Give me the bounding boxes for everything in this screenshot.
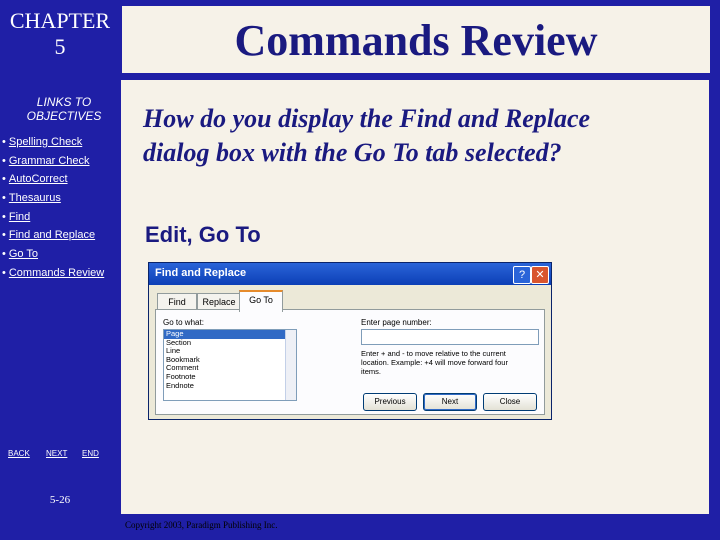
bullet: • bbox=[2, 136, 6, 148]
tab-replace[interactable]: Replace bbox=[197, 293, 241, 310]
find-replace-dialog: Find and Replace ? ✕ Find Replace Go To … bbox=[148, 262, 552, 420]
page-number-input[interactable] bbox=[361, 329, 539, 345]
bullet: • bbox=[2, 154, 6, 167]
title-bar: Commands Review bbox=[121, 5, 711, 74]
previous-button[interactable]: Previous bbox=[363, 393, 417, 411]
close-icon[interactable]: ✕ bbox=[531, 266, 549, 284]
bullet: • bbox=[2, 192, 6, 205]
help-icon[interactable]: ? bbox=[513, 266, 531, 284]
list-scrollbar[interactable] bbox=[285, 330, 296, 400]
close-button[interactable]: Close bbox=[483, 393, 537, 411]
chapter-label: CHAPTER 5 bbox=[0, 8, 120, 60]
chapter-line-1: CHAPTER bbox=[9, 8, 111, 33]
bullet: • bbox=[2, 229, 6, 242]
nav-link-label: Go To bbox=[8, 248, 39, 261]
dialog-title: Find and Replace bbox=[155, 267, 247, 279]
nav-link-go-to[interactable]: • Go To bbox=[2, 245, 120, 264]
answer-text: Edit, Go To bbox=[145, 222, 261, 247]
nav-link-label: Thesaurus bbox=[8, 192, 61, 205]
nav-link-label: Find and Replace bbox=[8, 229, 96, 242]
hint-line-3: items. bbox=[361, 367, 382, 376]
question-line-1: How do you display the Find and Replace bbox=[143, 104, 591, 133]
go-to-what-list[interactable]: Page Section Line Bookmark Comment Footn… bbox=[163, 329, 297, 401]
end-button[interactable]: END bbox=[82, 448, 99, 460]
nav-link-label: Commands Review bbox=[8, 266, 105, 279]
links-heading: LINKS TO OBJECTIVES bbox=[0, 95, 128, 123]
list-item[interactable]: Section bbox=[164, 338, 296, 348]
hint-line-1: Enter + and - to move relative to the cu… bbox=[361, 349, 506, 358]
next-button[interactable]: NEXT bbox=[46, 448, 67, 460]
links-heading-line-1: LINKS TO bbox=[36, 95, 92, 109]
nav-link-label: Spelling Check bbox=[8, 136, 83, 148]
sidebar: CHAPTER 5 LINKS TO OBJECTIVES • Spelling … bbox=[0, 0, 120, 540]
tab-find[interactable]: Find bbox=[157, 293, 197, 310]
slide-number: 5-26 bbox=[49, 494, 71, 506]
nav-link-label: Find bbox=[8, 210, 31, 223]
chapter-number: 5 bbox=[54, 34, 66, 59]
back-button[interactable]: BACK bbox=[8, 448, 30, 460]
nav-link-grammar-check[interactable]: • Grammar Check bbox=[2, 152, 120, 171]
question-text: How do you display the Find and Replace … bbox=[143, 102, 703, 170]
question-line-2: dialog box with the Go To tab selected? bbox=[143, 138, 562, 167]
nav-link-find[interactable]: • Find bbox=[2, 208, 120, 227]
dialog-title-bar[interactable]: Find and Replace ? ✕ bbox=[149, 263, 551, 285]
bullet: • bbox=[2, 173, 6, 186]
tab-go-to[interactable]: Go To bbox=[239, 290, 283, 312]
slide-title: Commands Review bbox=[234, 16, 598, 65]
nav-link-spelling-check[interactable]: • Spelling Check bbox=[2, 133, 120, 152]
nav-link-autocorrect[interactable]: • AutoCorrect bbox=[2, 170, 120, 189]
nav-link-find-and-replace[interactable]: • Find and Replace bbox=[2, 226, 120, 245]
page-number-label: Enter page number: bbox=[361, 318, 432, 327]
bullet: • bbox=[2, 210, 6, 223]
next-dialog-button[interactable]: Next bbox=[423, 393, 477, 411]
nav-link-commands-review[interactable]: • Commands Review bbox=[2, 264, 120, 283]
objectives-nav: • Spelling Check • Grammar Check • AutoCorr… bbox=[2, 133, 120, 283]
bullet: • bbox=[2, 266, 6, 279]
copyright-notice: Copyright 2003, Paradigm Publishing Inc. bbox=[125, 520, 278, 530]
nav-link-thesaurus[interactable]: • Thesaurus bbox=[2, 189, 120, 208]
bullet: • bbox=[2, 248, 6, 261]
nav-link-label: AutoCorrect bbox=[8, 173, 68, 186]
links-heading-line-2: OBJECTIVES bbox=[26, 109, 102, 123]
go-to-hint: Enter + and - to move relative to the cu… bbox=[361, 349, 541, 376]
go-to-what-label: Go to what: bbox=[163, 318, 204, 327]
list-item[interactable]: Endnote bbox=[164, 381, 296, 391]
hint-line-2: location. Example: +4 will move forward … bbox=[361, 358, 508, 367]
nav-link-label: Grammar Check bbox=[8, 154, 90, 167]
